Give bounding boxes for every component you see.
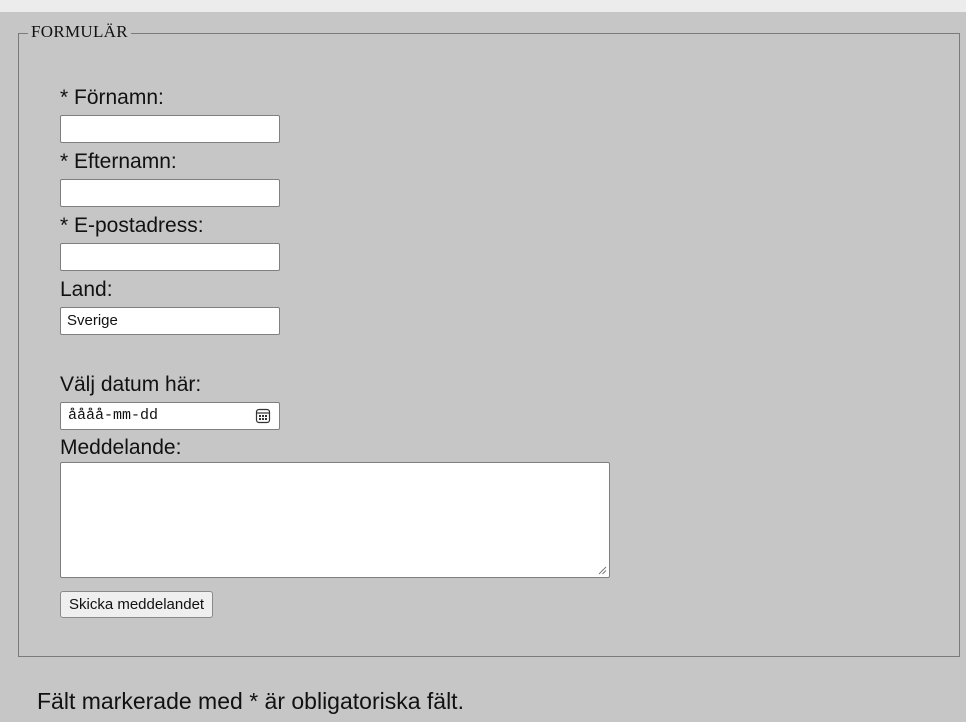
email-label: * E-postadress: — [60, 214, 204, 237]
submit-button[interactable]: Skicka meddelandet — [60, 591, 214, 618]
first-name-input[interactable] — [60, 115, 280, 143]
date-input[interactable]: åååå-mm-dd — [60, 402, 280, 430]
email-input[interactable] — [60, 243, 280, 271]
message-label: Meddelande: — [60, 436, 182, 459]
resize-handle-icon[interactable] — [597, 565, 607, 575]
date-placeholder: åååå-mm-dd — [68, 407, 159, 424]
country-label: Land: — [60, 278, 113, 301]
required-fields-note: Fält markerade med * är obligatoriska fä… — [37, 688, 464, 714]
message-textarea[interactable] — [60, 462, 610, 578]
first-name-label: * Förnamn: — [60, 86, 164, 109]
top-strip — [0, 0, 966, 12]
date-label: Välj datum här: — [60, 373, 202, 396]
calendar-icon[interactable] — [255, 408, 271, 424]
form-legend: FORMULÄR — [28, 21, 131, 43]
country-input[interactable]: Sverige — [60, 307, 280, 335]
last-name-input[interactable] — [60, 179, 280, 207]
last-name-label: * Efternamn: — [60, 150, 177, 173]
